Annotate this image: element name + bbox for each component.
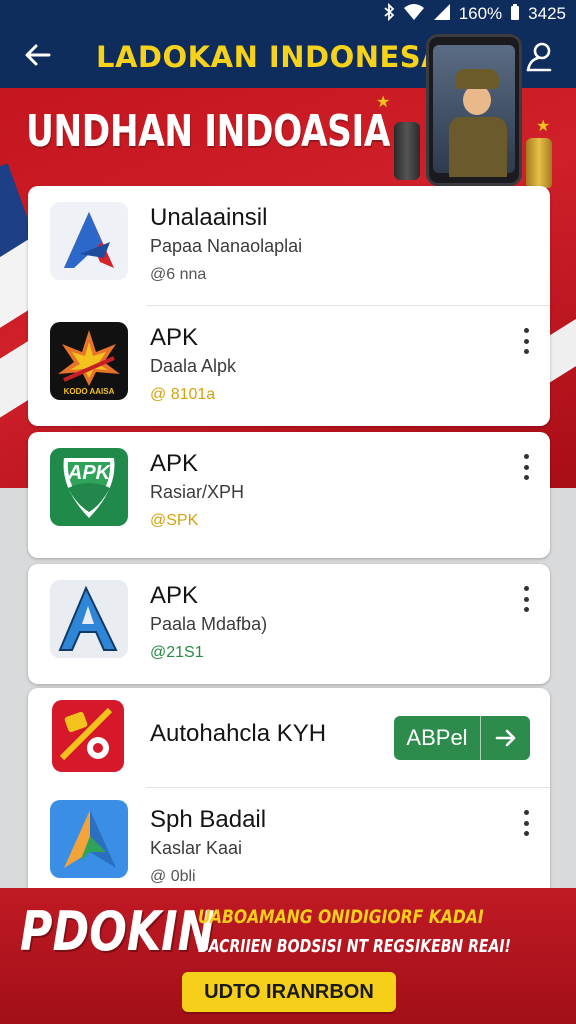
- app-row[interactable]: Autohahcla KYH ABPel: [28, 688, 550, 788]
- app-card: APK Paala Mdafba) @21S1: [28, 564, 550, 684]
- app-row[interactable]: KODO AAISA APK Daala Alpk @ 8101a: [28, 306, 550, 426]
- officer-head: [463, 85, 491, 115]
- clock: 3425: [528, 4, 566, 23]
- profile-button[interactable]: [524, 40, 560, 76]
- arrow-right-icon: [480, 716, 530, 760]
- app-subtitle: Rasiar/XPH: [150, 482, 245, 502]
- arrow-left-icon: [25, 44, 51, 66]
- app-name: Sph Badail: [150, 806, 267, 833]
- battery-icon: [510, 3, 520, 26]
- more-options-button[interactable]: [516, 328, 536, 354]
- more-options-button[interactable]: [516, 810, 536, 836]
- open-app-button[interactable]: ABPel: [394, 716, 530, 760]
- status-bar: 160% 3425: [0, 0, 576, 28]
- phone-illustration: [426, 34, 522, 186]
- app-row[interactable]: Sph Badail Kaslar Kaai @ 0bli: [28, 788, 550, 898]
- app-subtitle: Kaslar Kaai: [150, 838, 243, 858]
- signal-icon: [433, 3, 451, 26]
- app-subtitle: Daala Alpk: [150, 356, 237, 376]
- app-row[interactable]: APK APK Rasiar/XPH @SPK: [28, 432, 550, 552]
- banner-title: UNDHAN INDOASIA: [26, 106, 391, 157]
- promo-banner[interactable]: PDOKIN UABOAMANG ONIDIGIORF KADAI BACRII…: [0, 888, 576, 1024]
- user-icon: [526, 42, 552, 72]
- app-name: APK: [150, 324, 199, 351]
- star-icon: ★: [536, 118, 551, 135]
- app-meta: @6 nna: [150, 266, 207, 283]
- officer-cap: [455, 69, 499, 89]
- app-meta: @ 8101a: [150, 386, 216, 403]
- battery-percent: 160%: [458, 4, 503, 23]
- icon-caption: APK: [67, 462, 111, 484]
- a-letter-icon: [50, 580, 128, 658]
- app-card: Unalaainsil Papaa Nanaolaplai @6 nna KOD…: [28, 186, 550, 426]
- back-button[interactable]: [18, 40, 58, 76]
- promo-subline: BACRIIEN BODSISI NT REGSIKEBN REAI!: [198, 936, 511, 957]
- open-app-label: ABPel: [406, 725, 468, 750]
- icon-caption: KODO AAISA: [63, 387, 115, 396]
- arrow-a-icon: [50, 202, 128, 280]
- app-meta: @21S1: [150, 644, 204, 661]
- app-card: Autohahcla KYH ABPel Sph Badail Kaslar K…: [28, 688, 550, 898]
- leaf-logo-icon: KODO AAISA: [50, 322, 128, 400]
- promo-logo: PDOKIN: [20, 900, 215, 963]
- app-card: APK APK Rasiar/XPH @SPK: [28, 432, 550, 558]
- app-name: Unalaainsil: [150, 204, 268, 231]
- bluetooth-icon: [383, 2, 395, 26]
- app-name: Autohahcla KYH: [150, 720, 327, 747]
- wifi-icon: [403, 3, 425, 26]
- page-title: LADOKAN INDONESA: [96, 40, 445, 74]
- ticket-icon: [52, 700, 124, 772]
- app-subtitle: Paala Mdafba): [150, 614, 268, 634]
- app-name: APK: [150, 582, 199, 609]
- phone-screen: [433, 45, 515, 177]
- app-meta: @SPK: [150, 512, 199, 529]
- decor-can: [394, 122, 420, 180]
- more-options-button[interactable]: [516, 586, 536, 612]
- app-row[interactable]: APK Paala Mdafba) @21S1: [28, 564, 550, 684]
- promo-headline: UABOAMANG ONIDIGIORF KADAI: [198, 906, 484, 928]
- app-name: APK: [150, 450, 199, 477]
- promo-button[interactable]: UDTO IRANRBON: [182, 972, 396, 1012]
- apk-shield-icon: APK: [50, 448, 128, 526]
- app-row[interactable]: Unalaainsil Papaa Nanaolaplai @6 nna: [28, 186, 550, 306]
- app-subtitle: Papaa Nanaolaplai: [150, 236, 303, 256]
- app-meta: @ 0bli: [150, 868, 196, 885]
- more-options-button[interactable]: [516, 454, 536, 480]
- decor-bottle: [526, 138, 552, 188]
- officer-figure: [449, 117, 507, 177]
- paper-plane-icon: [50, 800, 128, 878]
